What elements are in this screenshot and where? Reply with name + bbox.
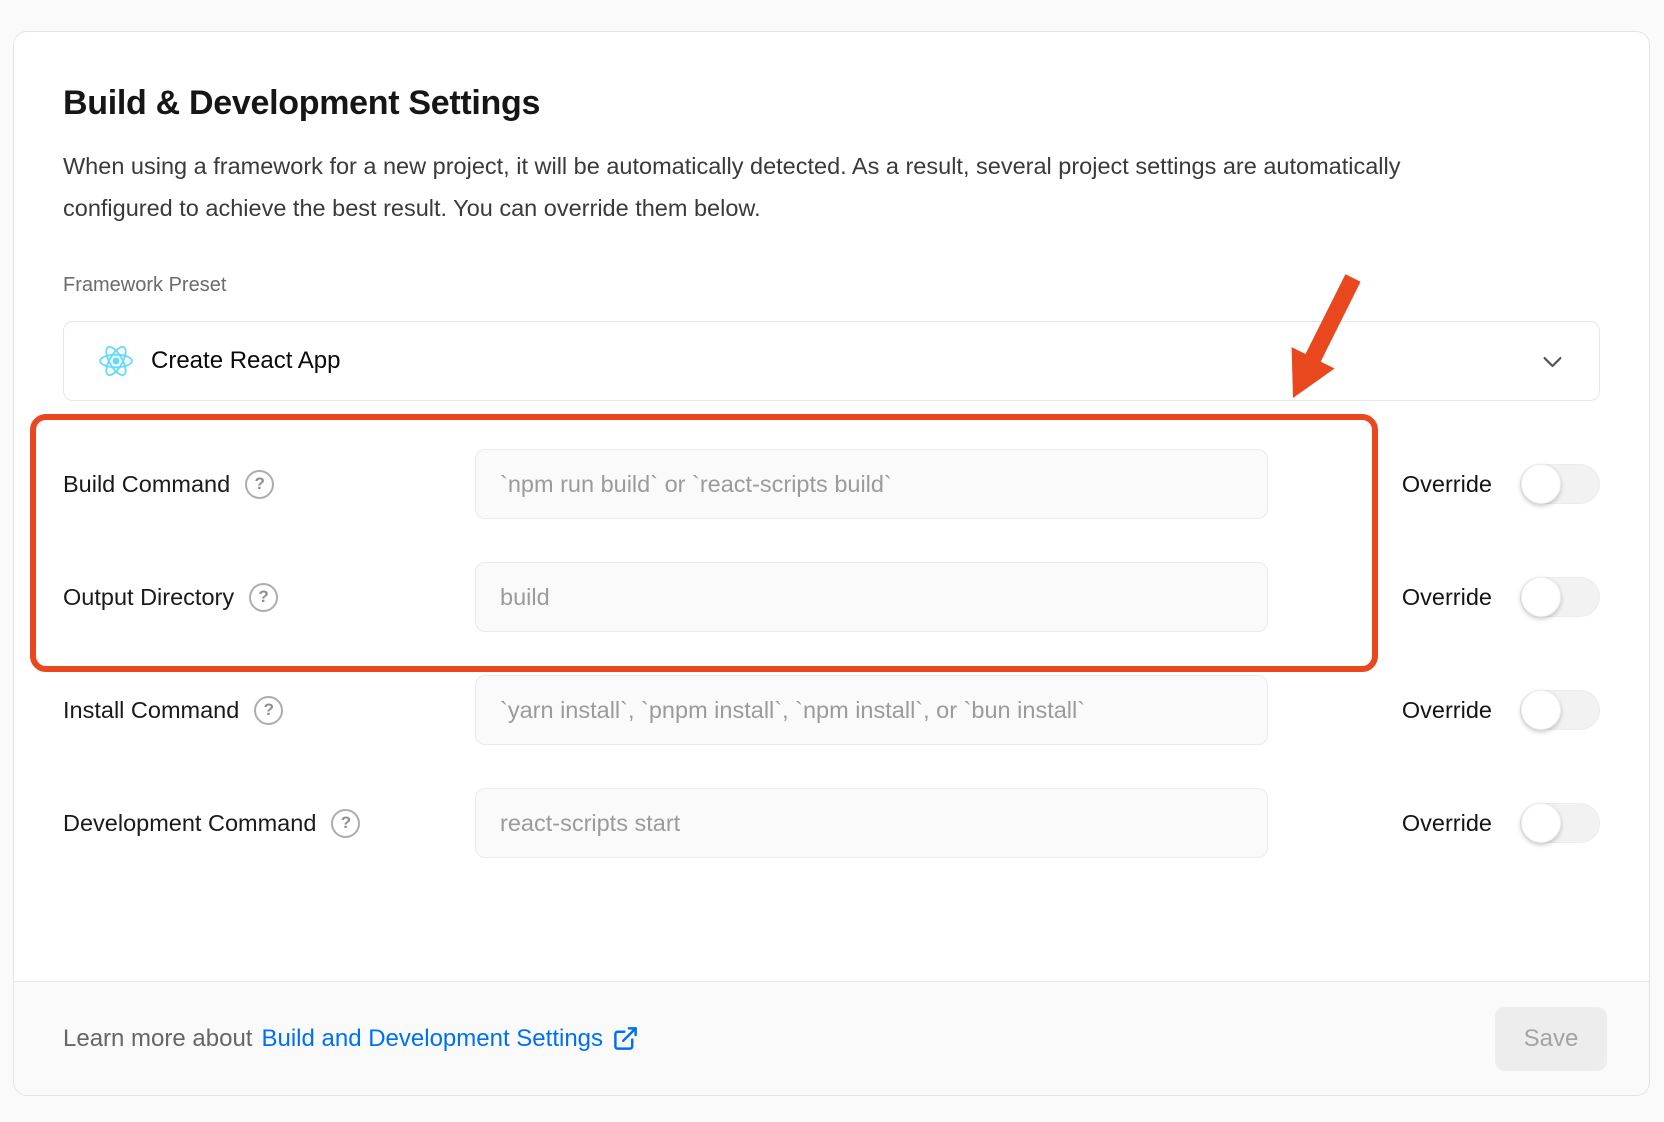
install-command-label-text: Install Command xyxy=(63,697,239,724)
output-directory-override: Override xyxy=(1402,577,1600,617)
help-icon[interactable]: ? xyxy=(249,583,278,612)
output-directory-row: Output Directory ? Override xyxy=(63,562,1600,632)
build-settings-card: Build & Development Settings When using … xyxy=(13,31,1650,1096)
help-icon[interactable]: ? xyxy=(331,809,360,838)
build-command-label-text: Build Command xyxy=(63,471,230,498)
help-icon[interactable]: ? xyxy=(245,470,274,499)
description-text: When using a framework for a new project… xyxy=(63,145,1483,229)
override-label: Override xyxy=(1402,471,1492,498)
build-command-override: Override xyxy=(1402,464,1600,504)
development-command-label: Development Command ? xyxy=(63,809,475,838)
save-button[interactable]: Save xyxy=(1495,1007,1607,1071)
output-directory-label: Output Directory ? xyxy=(63,583,475,612)
development-command-input[interactable] xyxy=(475,788,1268,858)
settings-rows: Build Command ? Override Output Director… xyxy=(63,449,1600,858)
development-command-override: Override xyxy=(1402,803,1600,843)
output-directory-input[interactable] xyxy=(475,562,1268,632)
override-label: Override xyxy=(1402,810,1492,837)
card-footer: Learn more about Build and Development S… xyxy=(14,981,1649,1095)
toggle-knob xyxy=(1521,690,1561,730)
output-directory-override-toggle[interactable] xyxy=(1520,577,1600,617)
learn-more-link-text: Build and Development Settings xyxy=(261,1025,603,1053)
install-command-input[interactable] xyxy=(475,675,1268,745)
install-command-label: Install Command ? xyxy=(63,696,475,725)
chevron-down-icon xyxy=(1539,348,1566,375)
override-label: Override xyxy=(1402,584,1492,611)
external-link-icon xyxy=(612,1025,639,1052)
build-command-input[interactable] xyxy=(475,449,1268,519)
output-directory-label-text: Output Directory xyxy=(63,584,234,611)
override-label: Override xyxy=(1402,697,1492,724)
build-command-row: Build Command ? Override xyxy=(63,449,1600,519)
framework-preset-select[interactable]: Create React App xyxy=(63,321,1600,401)
framework-preset-label: Framework Preset xyxy=(63,271,1600,299)
development-command-label-text: Development Command xyxy=(63,810,316,837)
framework-preset-value: Create React App xyxy=(151,347,340,375)
page-title: Build & Development Settings xyxy=(63,84,1600,123)
toggle-knob xyxy=(1521,577,1561,617)
toggle-knob xyxy=(1521,464,1561,504)
build-command-label: Build Command ? xyxy=(63,470,475,499)
learn-more-link[interactable]: Build and Development Settings xyxy=(261,1025,639,1053)
development-command-override-toggle[interactable] xyxy=(1520,803,1600,843)
card-content: Build & Development Settings When using … xyxy=(14,32,1649,858)
build-command-override-toggle[interactable] xyxy=(1520,464,1600,504)
install-command-override: Override xyxy=(1402,690,1600,730)
learn-more-prefix: Learn more about xyxy=(63,1025,252,1053)
toggle-knob xyxy=(1521,803,1561,843)
help-icon[interactable]: ? xyxy=(254,696,283,725)
development-command-row: Development Command ? Override xyxy=(63,788,1600,858)
install-command-row: Install Command ? Override xyxy=(63,675,1600,745)
install-command-override-toggle[interactable] xyxy=(1520,690,1600,730)
react-logo-icon xyxy=(98,343,134,379)
learn-more: Learn more about Build and Development S… xyxy=(63,1025,639,1053)
